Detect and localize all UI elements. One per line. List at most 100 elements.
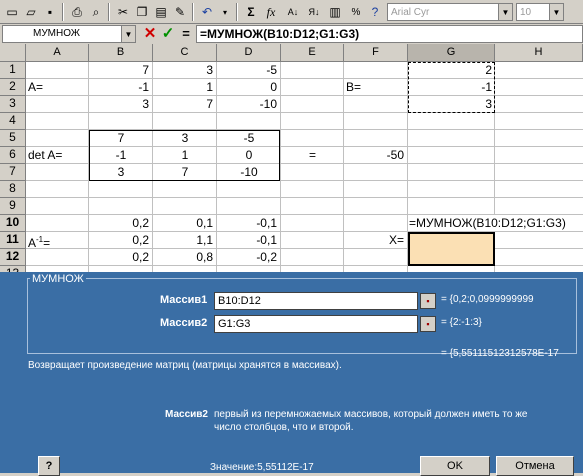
help-button[interactable]: ?	[38, 456, 60, 476]
cell-c5[interactable]: 3	[153, 130, 217, 146]
chevron-down-icon[interactable]: ▼	[121, 26, 135, 42]
function-icon[interactable]: fx	[262, 3, 280, 21]
paste-icon[interactable]: ▤	[152, 3, 170, 21]
row-header[interactable]: 4	[0, 113, 26, 130]
help-icon[interactable]: ?	[366, 3, 384, 21]
column-header[interactable]: B	[89, 44, 153, 62]
cell-d7[interactable]: -10	[217, 164, 281, 180]
formula-input[interactable]: =МУМНОЖ(B10:D12;G1:G3)	[196, 25, 583, 43]
cell-c7[interactable]: 7	[153, 164, 217, 180]
row-header[interactable]: 6	[0, 147, 26, 164]
cell-c1[interactable]: 3	[153, 62, 213, 78]
zoom-icon[interactable]: %	[347, 3, 365, 21]
row-header[interactable]: 9	[0, 198, 26, 215]
row-header[interactable]: 2	[0, 79, 26, 96]
ok-button[interactable]: OK	[420, 456, 490, 476]
cell-d3[interactable]: -10	[217, 96, 277, 112]
save-icon[interactable]: ▪	[41, 3, 59, 21]
new-document-icon[interactable]: ▭	[3, 3, 21, 21]
cell-c6[interactable]: 1	[153, 147, 217, 163]
cell-b7[interactable]: 3	[89, 164, 153, 180]
cell-b3[interactable]: 3	[89, 96, 149, 112]
cell-d10[interactable]: -0,1	[217, 215, 277, 231]
cell-g10-editing[interactable]: =МУМНОЖ(B10:D12;G1:G3)	[409, 215, 568, 231]
column-header[interactable]: G	[408, 44, 495, 62]
chevron-down-icon[interactable]: ▼	[498, 4, 512, 20]
cell-c11[interactable]: 1,1	[153, 232, 213, 248]
print-preview-icon[interactable]: ⌕	[87, 3, 105, 21]
cell-b2[interactable]: -1	[89, 79, 149, 95]
row-header[interactable]: 8	[0, 181, 26, 198]
cell-g3[interactable]: 3	[408, 96, 492, 112]
edit-formula-icon[interactable]: =	[178, 24, 194, 44]
cell-c12[interactable]: 0,8	[153, 249, 213, 265]
row-header[interactable]: 10	[0, 215, 26, 232]
row-header[interactable]: 7	[0, 164, 26, 181]
font-name-combo[interactable]: Arial Cyr ▼	[387, 3, 513, 21]
row-header[interactable]: 5	[0, 130, 26, 147]
name-box[interactable]: МУМНОЖ ▼	[2, 25, 136, 43]
row-header[interactable]: 1	[0, 62, 26, 79]
column-header[interactable]: H	[495, 44, 583, 62]
sort-desc-icon[interactable]: Я↓	[305, 3, 323, 21]
cell-d11[interactable]: -0,1	[217, 232, 277, 248]
select-all-corner[interactable]	[0, 44, 26, 62]
undo-dropdown-icon[interactable]: ▾	[216, 3, 234, 21]
cell-b5[interactable]: 7	[89, 130, 153, 146]
cell-d12[interactable]: -0,2	[217, 249, 277, 265]
cell-g2[interactable]: -1	[408, 79, 492, 95]
copy-icon[interactable]: ❐	[133, 3, 151, 21]
cancel-icon[interactable]: ✕	[142, 24, 158, 44]
column-header[interactable]: E	[281, 44, 344, 62]
cell-e6[interactable]: =	[281, 147, 344, 163]
array1-input[interactable]: B10:D12	[214, 292, 418, 310]
cell-b11[interactable]: 0,2	[89, 232, 149, 248]
font-size-combo[interactable]: 10 ▼	[516, 3, 564, 21]
column-header[interactable]: F	[344, 44, 408, 62]
chevron-down-icon[interactable]: ▼	[549, 4, 563, 20]
cell-b1[interactable]: 7	[89, 62, 149, 78]
row-header[interactable]: 3	[0, 96, 26, 113]
cut-icon[interactable]: ✂	[114, 3, 132, 21]
selected-range[interactable]	[408, 232, 495, 266]
cell-c3[interactable]: 7	[153, 96, 213, 112]
cell-a2[interactable]: A=	[28, 79, 43, 95]
row-header[interactable]: 12	[0, 249, 26, 266]
cell-f11[interactable]: X=	[344, 232, 404, 248]
cell-c2[interactable]: 1	[153, 79, 213, 95]
open-icon[interactable]: ▱	[22, 3, 40, 21]
cell-b6[interactable]: -1	[89, 147, 153, 163]
cell-d5[interactable]: -5	[217, 130, 281, 146]
cell-d6[interactable]: 0	[217, 147, 281, 163]
cell-f6[interactable]: -50	[344, 147, 404, 163]
cell-a11[interactable]: A-1=	[28, 232, 50, 251]
enter-icon[interactable]: ✓	[160, 24, 176, 44]
cell-a6[interactable]: det A=	[28, 147, 62, 163]
collapse-dialog-icon[interactable]: ▪	[420, 316, 436, 332]
collapse-dialog-icon[interactable]: ▪	[420, 293, 436, 309]
print-icon[interactable]: ⎙	[68, 3, 86, 21]
row-header[interactable]: 11	[0, 232, 26, 249]
column-header[interactable]: D	[217, 44, 281, 62]
column-header[interactable]: A	[26, 44, 89, 62]
sort-icon[interactable]: A↓	[284, 3, 302, 21]
cancel-button[interactable]: Отмена	[496, 456, 574, 476]
value-label: Значение:	[210, 462, 258, 473]
array2-input[interactable]: G1:G3	[214, 315, 418, 333]
value-readout: Значение:5,55112E-17	[210, 462, 314, 473]
format-painter-icon[interactable]: ✎	[171, 3, 189, 21]
cell-b12[interactable]: 0,2	[89, 249, 149, 265]
undo-icon[interactable]: ↶	[198, 3, 216, 21]
cell-d2[interactable]: 0	[217, 79, 277, 95]
cell-f2[interactable]: B=	[346, 79, 361, 95]
column-header[interactable]: C	[153, 44, 217, 62]
cell-b10[interactable]: 0,2	[89, 215, 149, 231]
toolbar-separator	[236, 3, 238, 21]
function-description: Возвращает произведение матриц (матрицы …	[28, 360, 342, 371]
a11-tail: =	[43, 236, 51, 250]
autosum-icon[interactable]: Σ	[242, 3, 260, 21]
cell-g1[interactable]: 2	[408, 62, 492, 78]
cell-c10[interactable]: 0,1	[153, 215, 213, 231]
cell-d1[interactable]: -5	[217, 62, 277, 78]
chart-wizard-icon[interactable]: ▥	[326, 3, 344, 21]
